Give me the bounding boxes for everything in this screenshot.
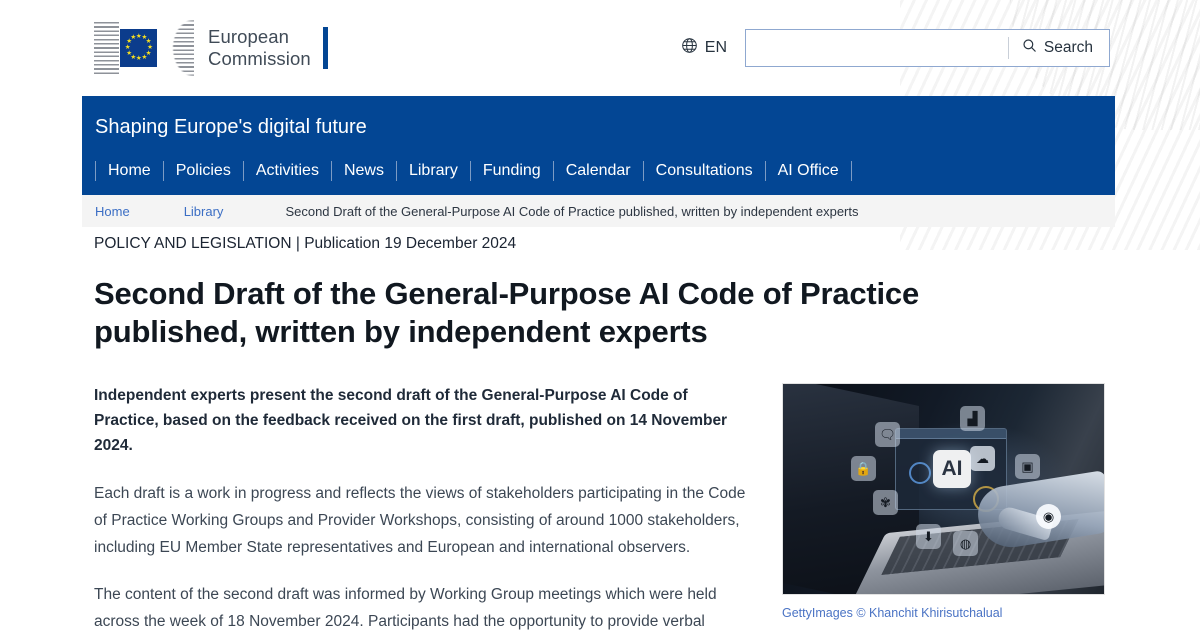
eu-star: ★ [124,43,131,51]
article-content: POLICY AND LEGISLATION | Publication 19 … [0,235,1200,630]
nav-item-news[interactable]: News [330,161,396,181]
nav-item-home[interactable]: Home [95,161,163,181]
nav-item-ai-office[interactable]: AI Office [764,161,851,181]
eu-star: ★ [126,49,133,57]
chat-icon: 🗨 [875,422,900,447]
nav-item-activities[interactable]: Activities [242,161,331,181]
nav-end-divider [850,161,852,181]
download-icon: ⬇ [916,524,941,549]
eu-star: ★ [130,33,137,41]
image-caption[interactable]: GettyImages © Khanchit Khirisutchalual [782,606,1107,620]
logo-stripes-right [159,20,194,76]
page-root: ★ ★ ★ ★ ★ ★ ★ ★ ★ ★ ★ ★ European Commission [0,0,1200,630]
gear-icon: ✾ [873,490,898,515]
language-code: EN [704,39,727,56]
search-button-label: Search [1043,39,1093,56]
search-bar: Search [745,29,1110,67]
nav-item-library[interactable]: Library [395,161,470,181]
eu-star: ★ [141,53,148,61]
article-body-area: Independent experts present the second d… [94,383,1200,630]
article-meta: POLICY AND LEGISLATION | Publication 19 … [94,235,517,252]
logo-text: European Commission [208,26,311,70]
logo-text-line2: Commission [208,48,311,69]
page-title: Second Draft of the General-Purpose AI C… [94,276,920,349]
breadcrumb-item-current: Second Draft of the General-Purpose AI C… [285,203,859,219]
eu-flag-graphic: ★ ★ ★ ★ ★ ★ ★ ★ ★ ★ ★ ★ [120,29,158,67]
search-icon [1022,38,1037,58]
ec-header: ★ ★ ★ ★ ★ ★ ★ ★ ★ ★ ★ ★ European Commission [0,0,1200,96]
image-ai-badge: AI [933,450,971,488]
site-title[interactable]: Shaping Europe's digital future [82,116,1115,139]
article-text-column: Independent experts present the second d… [94,383,754,630]
language-switcher[interactable]: EN [681,37,727,59]
image-circle-accent [909,462,931,484]
globe-icon [681,37,698,59]
lightbulb-icon: ◍ [953,531,978,556]
article-paragraph: Each draft is a work in progress and ref… [94,485,746,556]
site-header-bar: Shaping Europe's digital future Home Poli… [82,96,1115,195]
eu-flag-icon: ★ ★ ★ ★ ★ ★ ★ ★ ★ ★ ★ ★ [94,19,194,77]
nav-item-funding[interactable]: Funding [469,161,553,181]
logo-stripes-left [94,22,120,74]
article-lead-paragraph: Independent experts present the second d… [94,387,728,454]
breadcrumb-item-library[interactable]: Library [184,204,224,219]
european-commission-logo[interactable]: ★ ★ ★ ★ ★ ★ ★ ★ ★ ★ ★ ★ European Commission [94,17,328,79]
main-navigation: Home Policies Activities News Library Funding… [82,161,1115,195]
breadcrumb: Home Library Second Draft of the General… [82,195,1115,227]
search-input[interactable] [746,30,1008,66]
nav-item-policies[interactable]: Policies [162,161,243,181]
chart-icon: ▟ [960,406,985,431]
article-figure: AI ▟ 🗨 🔒 ☁ ▣ ⬇ ◍ ✾ ◉ GettyImages © Khanc… [782,383,1107,630]
nav-item-calendar[interactable]: Calendar [552,161,643,181]
lock-icon: 🔒 [851,456,876,481]
header-right-tools: EN Search [681,29,1110,67]
image-ai-chip-icon: ◉ [1036,504,1061,529]
nav-item-consultations[interactable]: Consultations [642,161,765,181]
logo-accent-bar [322,27,328,69]
breadcrumb-item-home[interactable]: Home [95,204,130,219]
logo-text-line1: European [208,26,290,47]
search-button[interactable]: Search [1009,30,1109,66]
cloud-upload-icon: ☁ [970,446,995,471]
image-icon: ▣ [1015,454,1040,479]
article-paragraph: The content of the second draft was info… [94,586,717,630]
article-image: AI ▟ 🗨 🔒 ☁ ▣ ⬇ ◍ ✾ ◉ [782,383,1105,595]
eu-star: ★ [135,55,142,63]
